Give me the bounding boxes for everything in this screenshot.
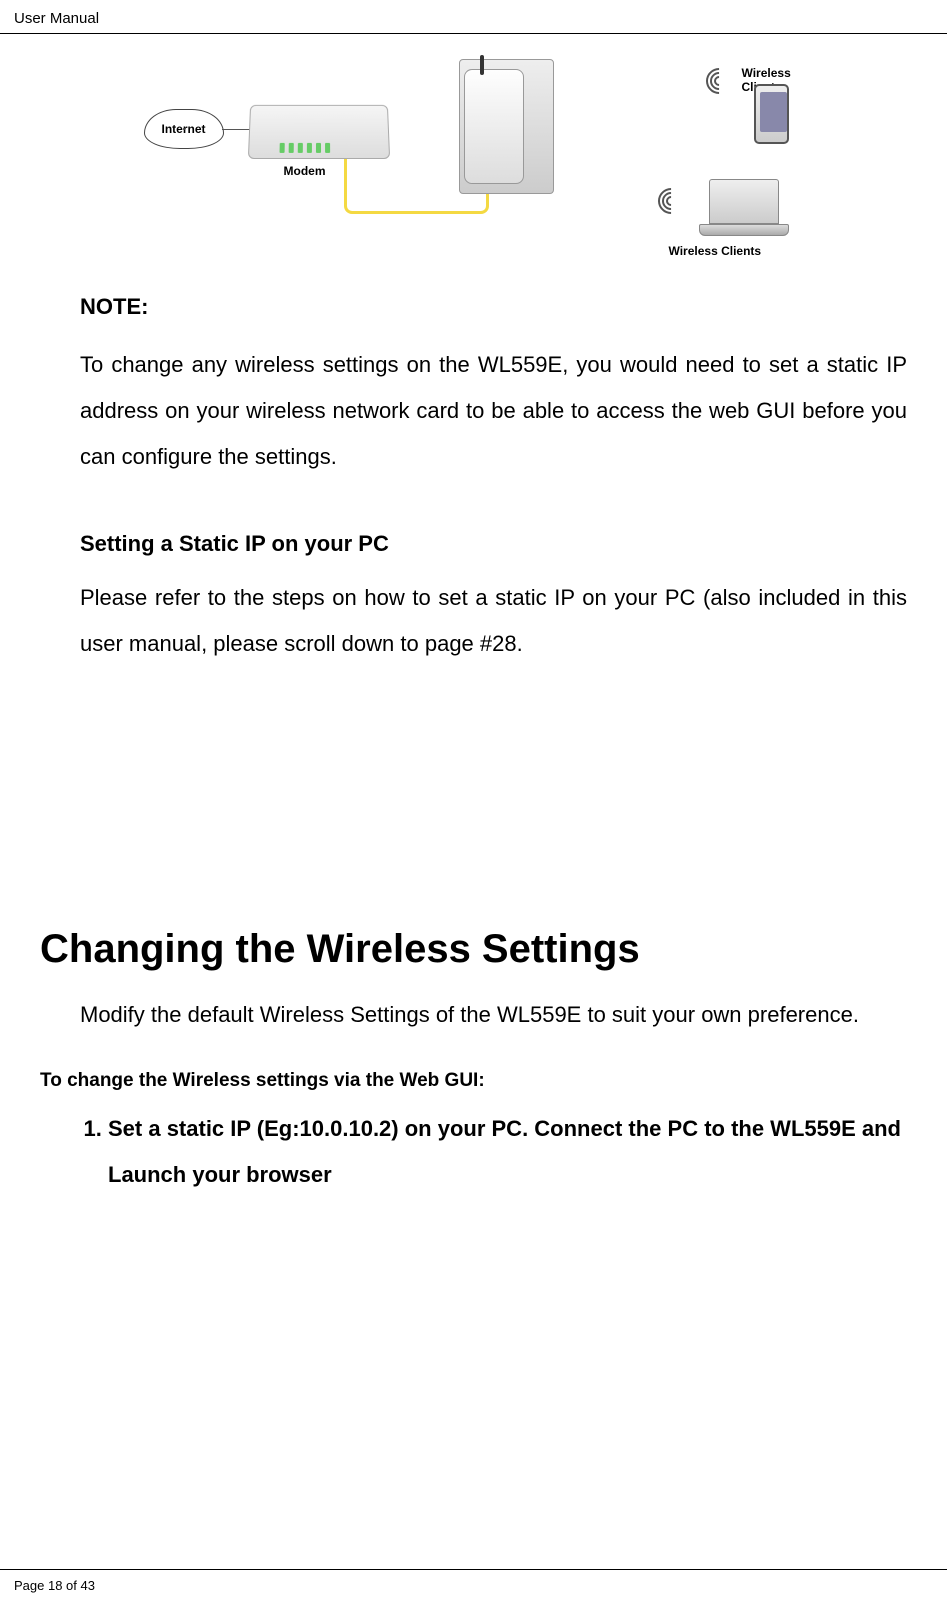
internet-label: Internet — [161, 122, 205, 136]
note-heading: NOTE: — [80, 294, 907, 320]
wireless-clients-label-bot: Wireless Clients — [669, 244, 762, 258]
network-diagram: Internet Modem Wireless Clients Wireless… — [114, 44, 834, 264]
subsection-heading: To change the Wireless settings via the … — [40, 1070, 907, 1092]
changing-wireless-title: Changing the Wireless Settings — [40, 927, 907, 972]
wifi-signal-icon — [654, 189, 689, 214]
page-content: Internet Modem Wireless Clients Wireless… — [0, 44, 947, 1199]
static-ip-heading: Setting a Static IP on your PC — [80, 531, 907, 557]
header-title: User Manual — [14, 10, 99, 27]
modem-icon — [247, 105, 389, 159]
section-intro: Modify the default Wireless Settings of … — [80, 992, 907, 1038]
static-ip-paragraph: Please refer to the steps on how to set … — [80, 575, 907, 667]
wifi-extender-icon — [464, 69, 524, 184]
page-footer: Page 18 of 43 — [0, 1569, 947, 1601]
page-header: User Manual — [0, 0, 947, 34]
laptop-icon — [699, 179, 789, 239]
note-paragraph: To change any wireless settings on the W… — [80, 342, 907, 481]
step-1: Set a static IP (Eg:10.0.10.2) on your P… — [108, 1106, 907, 1198]
smartphone-icon — [754, 84, 789, 144]
steps-list: Set a static IP (Eg:10.0.10.2) on your P… — [80, 1106, 907, 1198]
cable-line — [222, 129, 250, 130]
modem-label: Modem — [284, 164, 326, 178]
wifi-signal-icon — [702, 69, 737, 94]
page-number: Page 18 of 43 — [14, 1578, 95, 1593]
internet-cloud-icon: Internet — [144, 109, 224, 149]
